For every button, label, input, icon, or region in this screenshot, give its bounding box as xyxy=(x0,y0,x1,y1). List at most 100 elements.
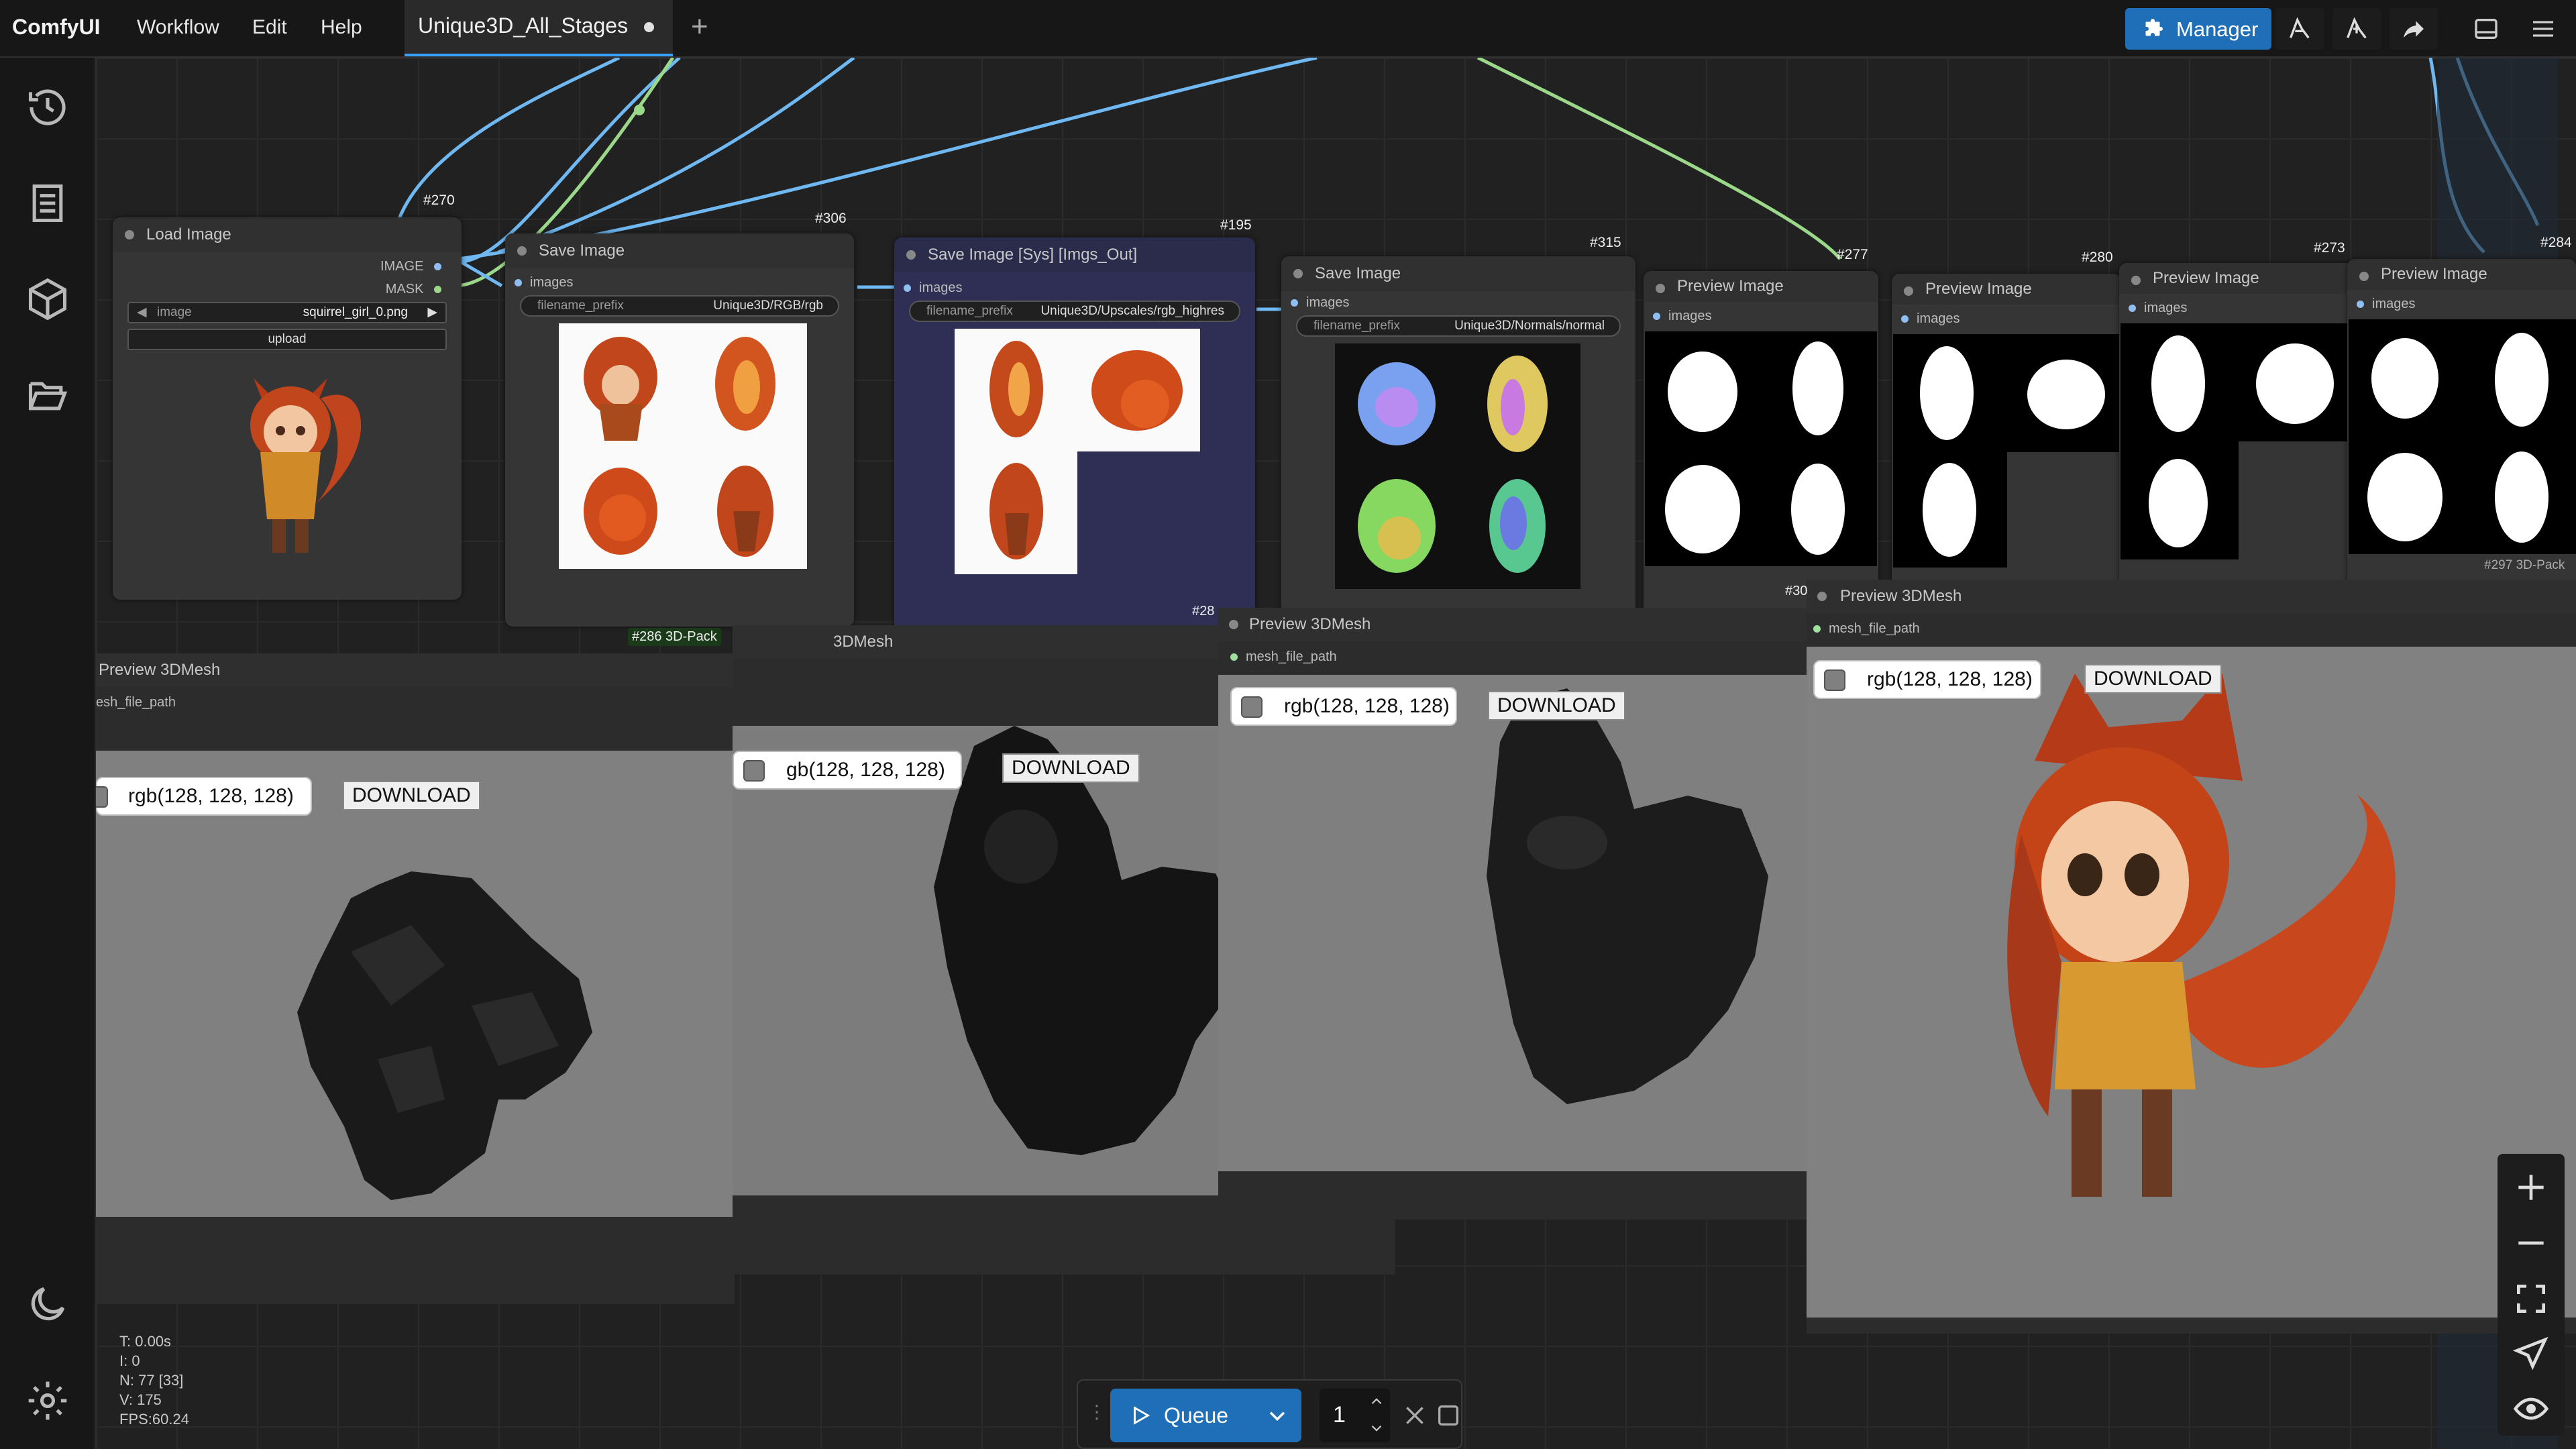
input-images[interactable]: images xyxy=(2129,301,2187,316)
fit-view-icon[interactable] xyxy=(2512,1280,2550,1318)
download-button[interactable]: DOWNLOAD xyxy=(343,781,480,810)
node-title: 3DMesh xyxy=(833,633,894,651)
queue-button[interactable]: Queue xyxy=(1110,1389,1301,1442)
node-load-image[interactable]: Load Image IMAGE MASK ◀ image squirrel_g… xyxy=(113,217,462,600)
view-side xyxy=(715,337,775,431)
upload-button[interactable]: upload xyxy=(127,329,447,350)
input-images[interactable]: images xyxy=(1653,309,1711,324)
download-button[interactable]: DOWNLOAD xyxy=(1488,691,1625,720)
collapse-dot-icon[interactable] xyxy=(2359,272,2369,281)
settings-gear-icon[interactable] xyxy=(25,1378,70,1424)
node-id: #270 xyxy=(423,193,455,208)
node-save-image-normals[interactable]: Save Image images filename_prefix Unique3… xyxy=(1281,256,1635,652)
preview-3dmesh-1[interactable]: Preview 3DMesh esh_file_path rgb(128, 12… xyxy=(96,653,735,1304)
share-arrow-icon[interactable] xyxy=(2390,8,2438,50)
node-id: #277 xyxy=(1837,247,1868,262)
input-images[interactable]: images xyxy=(1901,311,1960,327)
batch-count-input[interactable]: 1 xyxy=(1320,1389,1390,1442)
input-mesh-file-path[interactable]: mesh_file_path xyxy=(1230,649,1337,665)
download-button[interactable]: DOWNLOAD xyxy=(1002,753,1140,783)
toggle-links-icon[interactable] xyxy=(2512,1390,2550,1428)
decrement-chevron-icon[interactable] xyxy=(1368,1419,1385,1437)
reroute-dot[interactable] xyxy=(634,105,645,115)
node-id: #195 xyxy=(1220,217,1252,233)
model-cube-icon[interactable] xyxy=(25,276,70,322)
input-images[interactable]: images xyxy=(904,280,962,296)
view-other-side xyxy=(717,466,773,557)
chevron-down-icon[interactable] xyxy=(1266,1404,1289,1427)
mesh-viewport-textured[interactable] xyxy=(1807,647,2576,1318)
toggle-panel-icon[interactable] xyxy=(2462,8,2510,50)
menu-edit[interactable]: Edit xyxy=(252,16,287,39)
increment-chevron-icon[interactable] xyxy=(1368,1393,1385,1410)
filename-prefix-field[interactable]: filename_prefix Unique3D/Normals/normal xyxy=(1296,315,1621,337)
stop-square-icon[interactable] xyxy=(1435,1402,1462,1429)
workflow-tab-title: Unique3D_All_Stages xyxy=(418,13,629,38)
output-image[interactable]: IMAGE xyxy=(380,259,441,274)
input-images[interactable]: images xyxy=(2357,297,2415,312)
menu-workflow[interactable]: Workflow xyxy=(137,16,219,39)
link-wire xyxy=(498,58,855,254)
collapse-dot-icon[interactable] xyxy=(1293,269,1303,278)
zoom-in-icon[interactable] xyxy=(2512,1169,2550,1206)
download-button[interactable]: DOWNLOAD xyxy=(2084,664,2222,694)
input-images[interactable]: images xyxy=(515,275,573,290)
image-combo[interactable]: ◀ image squirrel_girl_0.png ▶ xyxy=(127,302,447,323)
filename-prefix-field[interactable]: filename_prefix Unique3D/RGB/rgb xyxy=(520,295,839,317)
normal-maps-grid xyxy=(1335,343,1580,589)
hamburger-menu-icon[interactable] xyxy=(2519,8,2567,50)
app-logo: ComfyUI xyxy=(12,15,101,39)
node-title: Preview Image xyxy=(2153,269,2259,287)
node-title: Save Image xyxy=(1315,264,1401,282)
preview-3dmesh-3[interactable]: Preview 3DMesh mesh_file_path rgb(128, 1… xyxy=(1218,608,1900,1220)
mesh-viewport-lowpoly[interactable] xyxy=(96,751,735,1217)
node-preview-image-280[interactable]: Preview Image images xyxy=(1892,274,2121,629)
combo-right-arrow-icon[interactable]: ▶ xyxy=(427,303,437,322)
node-title: Preview Image xyxy=(1925,280,2032,298)
menu-help[interactable]: Help xyxy=(321,16,362,39)
node-preview-image-277[interactable]: Preview Image images xyxy=(1644,271,1878,631)
link-wire xyxy=(458,58,681,264)
collapse-dot-icon[interactable] xyxy=(125,230,134,239)
unsaved-dot-icon xyxy=(644,22,654,32)
node-badge: #30 xyxy=(1785,584,1808,598)
collapse-dot-icon[interactable] xyxy=(517,246,527,256)
collapse-dot-icon[interactable] xyxy=(1817,592,1827,601)
queue-list-icon[interactable] xyxy=(25,180,70,226)
theme-moon-icon[interactable] xyxy=(25,1281,70,1327)
model-library-icon[interactable] xyxy=(2332,8,2381,50)
drag-handle-icon[interactable]: ⋮ xyxy=(1087,1401,1106,1423)
output-mask[interactable]: MASK xyxy=(386,282,441,297)
squirrel-girl-image xyxy=(250,378,361,553)
input-mesh-file-path[interactable]: mesh_file_path xyxy=(1813,621,1920,637)
filename-prefix-field[interactable]: filename_prefix Unique3D/Upscales/rgb_hig… xyxy=(909,301,1240,322)
combo-left-arrow-icon[interactable]: ◀ xyxy=(137,303,147,322)
input-images[interactable]: images xyxy=(1291,295,1349,311)
node-preview-image-273[interactable]: Preview Image images xyxy=(2119,263,2354,629)
select-mode-icon[interactable] xyxy=(2512,1335,2550,1373)
preview-3dmesh-4[interactable]: Preview 3DMesh mesh_file_path rgb(128, 1… xyxy=(1807,580,2576,1334)
background-color-picker[interactable]: rgb(128, 128, 128) xyxy=(1813,660,2041,699)
zoom-out-icon[interactable] xyxy=(2512,1224,2550,1262)
collapse-dot-icon[interactable] xyxy=(906,250,916,260)
collapse-dot-icon[interactable] xyxy=(1656,284,1665,293)
new-tab-plus-icon[interactable]: + xyxy=(691,12,708,42)
cancel-x-icon[interactable] xyxy=(1401,1402,1428,1429)
mesh-viewport-refined[interactable] xyxy=(1218,675,1900,1171)
workflow-tab[interactable]: Unique3D_All_Stages xyxy=(405,0,673,56)
node-library-icon[interactable] xyxy=(2275,8,2324,50)
manager-button[interactable]: Manager xyxy=(2125,8,2271,50)
history-icon[interactable] xyxy=(25,85,70,130)
background-color-picker[interactable]: rgb(128, 128, 128) xyxy=(96,777,312,816)
node-preview-image-284[interactable]: Preview Image images xyxy=(2347,259,2576,629)
collapse-dot-icon[interactable] xyxy=(1904,286,1913,296)
collapse-dot-icon[interactable] xyxy=(1229,620,1238,629)
node-save-image-sys[interactable]: Save Image [Sys] [Imgs_Out] images filen… xyxy=(894,237,1255,633)
node-save-image-rgb[interactable]: Save Image images filename_prefix Unique3… xyxy=(505,233,854,627)
background-color-picker[interactable]: rgb(128, 128, 128) xyxy=(1230,687,1457,726)
workflow-folder-icon[interactable] xyxy=(25,372,70,418)
background-color-picker[interactable]: gb(128, 128, 128) xyxy=(733,751,962,790)
graph-canvas[interactable]: #270 Load Image IMAGE MASK ◀ image squir… xyxy=(96,58,2576,1449)
collapse-dot-icon[interactable] xyxy=(2131,276,2141,285)
input-mesh-file-path[interactable]: esh_file_path xyxy=(96,695,176,710)
